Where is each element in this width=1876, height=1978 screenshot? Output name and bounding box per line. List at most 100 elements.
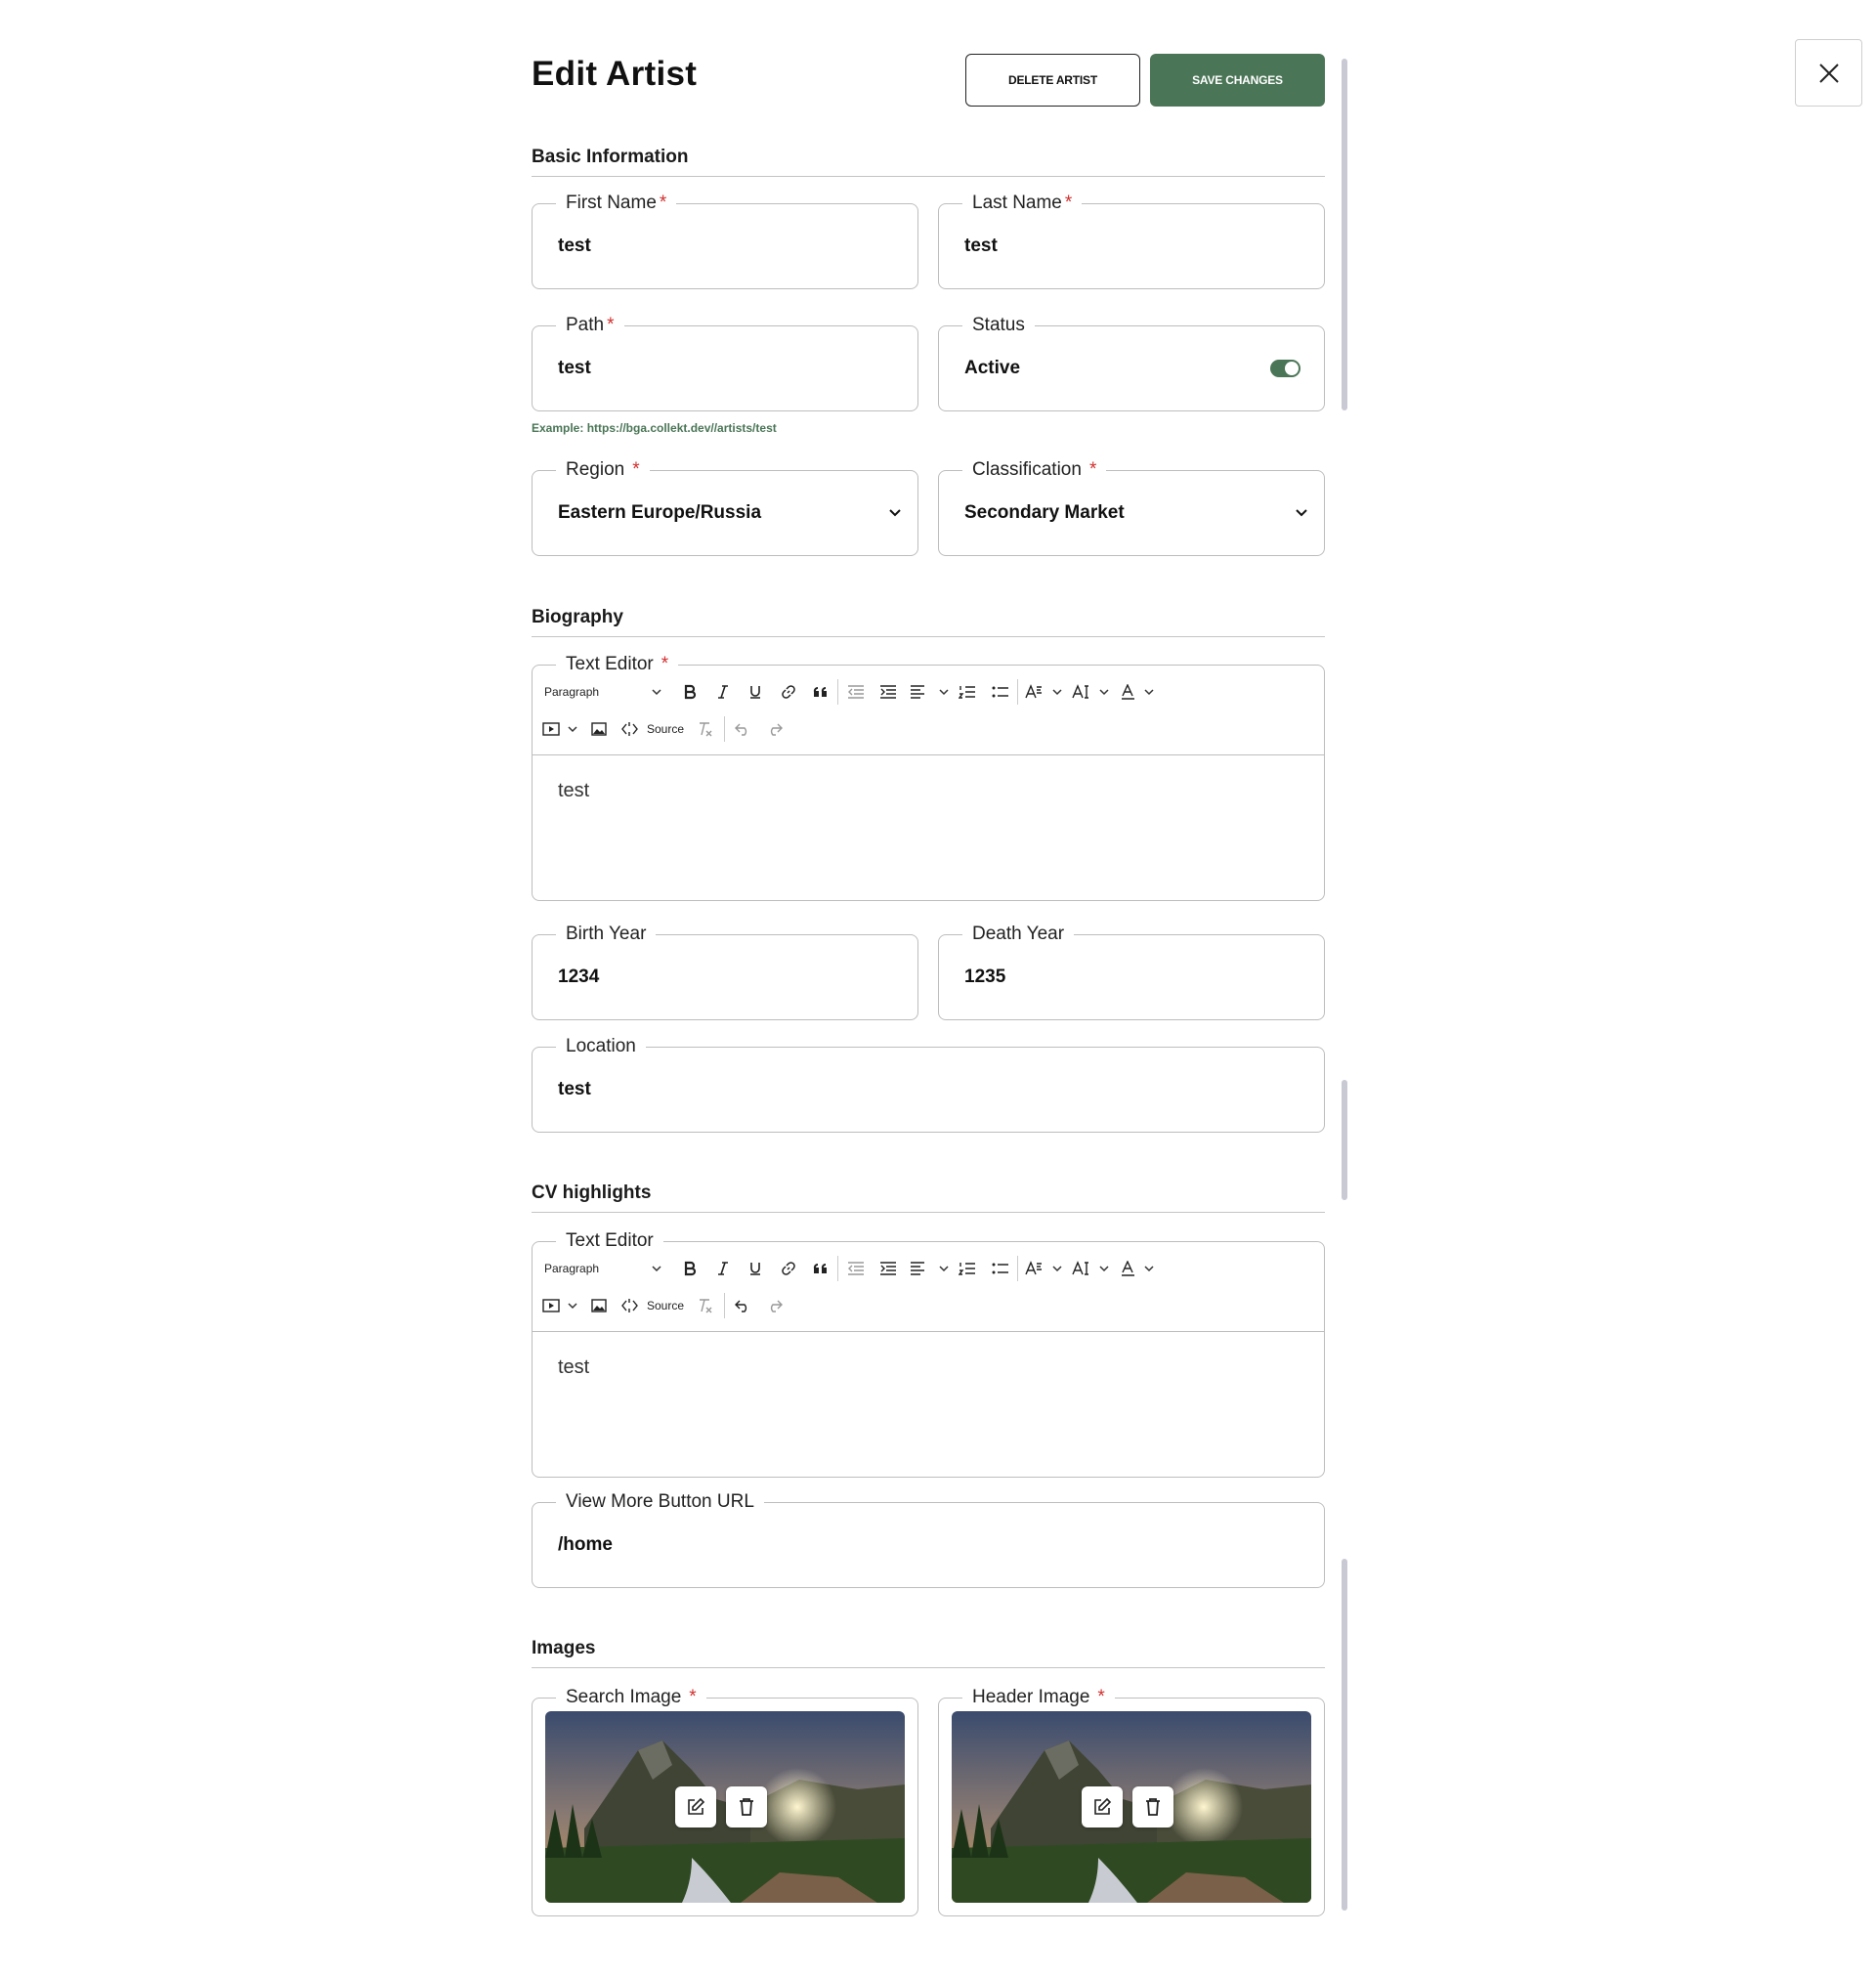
header-image-field: Header Image * [938, 1686, 1325, 1916]
save-changes-button[interactable]: SAVE CHANGES [1150, 54, 1325, 107]
undo-button[interactable] [732, 718, 753, 740]
font-size-icon [1025, 1261, 1042, 1275]
last-name-label: Last Name * [962, 192, 1083, 215]
bold-button[interactable] [679, 681, 701, 703]
delete-artist-button[interactable]: DELETE ARTIST [965, 54, 1140, 107]
undo-icon [735, 1300, 747, 1312]
align-dropdown[interactable] [910, 1258, 949, 1279]
source-button[interactable]: Source [621, 1295, 684, 1316]
view-more-url-label: View More Button URL [556, 1490, 764, 1514]
insert-image-button[interactable] [588, 1295, 610, 1316]
font-color-icon [1122, 684, 1134, 700]
font-color-dropdown[interactable] [1121, 1258, 1154, 1279]
bulleted-list-button[interactable] [990, 681, 1011, 703]
path-hint: Example: https://bga.collekt.dev//artist… [532, 421, 777, 435]
edit-icon [688, 1797, 705, 1815]
undo-icon [735, 723, 747, 736]
birth-year-label: Birth Year [556, 923, 657, 946]
path-value: test [558, 358, 591, 378]
location-field[interactable]: Location test [532, 1035, 1325, 1133]
outdent-button[interactable] [845, 1258, 867, 1279]
bold-button[interactable] [679, 1258, 701, 1279]
view-more-url-value: /home [558, 1534, 613, 1555]
blockquote-icon [813, 686, 827, 697]
font-size-dropdown[interactable] [1025, 681, 1062, 703]
region-label: Region * [556, 458, 650, 482]
italic-button[interactable] [712, 1258, 734, 1279]
indent-button[interactable] [877, 1258, 899, 1279]
death-year-field[interactable]: Death Year 1235 [938, 923, 1325, 1020]
redo-button[interactable] [764, 1295, 786, 1316]
section-basic-information: Basic Information [532, 147, 1325, 177]
path-field[interactable]: Path * test [532, 314, 918, 411]
classification-value: Secondary Market [964, 502, 1125, 523]
bulleted-list-button[interactable] [990, 1258, 1011, 1279]
media-embed-dropdown[interactable] [542, 1295, 577, 1316]
redo-icon [770, 723, 783, 736]
blockquote-button[interactable] [810, 1258, 831, 1279]
scrollbar-thumb[interactable] [1342, 1080, 1347, 1200]
remove-format-button[interactable] [694, 718, 715, 740]
scrollbar-thumb[interactable] [1342, 1559, 1347, 1911]
insert-image-button[interactable] [588, 718, 610, 740]
region-select[interactable]: Region * Eastern Europe/Russia [532, 458, 918, 556]
remove-format-icon [700, 722, 712, 737]
last-name-field[interactable]: Last Name * test [938, 192, 1325, 289]
link-button[interactable] [778, 1258, 799, 1279]
media-embed-icon [542, 722, 560, 736]
location-value: test [558, 1079, 591, 1099]
underline-button[interactable] [745, 681, 766, 703]
first-name-value: test [558, 236, 591, 256]
cv-editor-content[interactable]: test [558, 1356, 589, 1379]
link-icon [782, 1262, 795, 1275]
first-name-field[interactable]: First Name * test [532, 192, 918, 289]
underline-button[interactable] [745, 1258, 766, 1279]
chevron-down-icon [1099, 689, 1109, 696]
paragraph-dropdown[interactable]: Paragraph [544, 1258, 661, 1279]
close-icon [1818, 63, 1839, 83]
paragraph-dropdown[interactable]: Paragraph [544, 681, 661, 703]
biography-editor-content[interactable]: test [558, 780, 589, 802]
italic-button[interactable] [712, 681, 734, 703]
align-dropdown[interactable] [910, 681, 949, 703]
outdent-button[interactable] [845, 681, 867, 703]
delete-image-button[interactable] [726, 1786, 767, 1828]
indent-button[interactable] [877, 681, 899, 703]
outdent-icon [848, 685, 864, 699]
cv-editor: Text Editor Paragraph Source test [532, 1229, 1325, 1478]
search-image-label: Search Image * [556, 1686, 706, 1709]
font-color-dropdown[interactable] [1121, 681, 1154, 703]
source-button[interactable]: Source [621, 718, 684, 740]
image-icon [591, 722, 607, 736]
blockquote-icon [813, 1263, 827, 1273]
underline-icon [750, 1263, 760, 1275]
remove-format-button[interactable] [694, 1295, 715, 1316]
classification-label: Classification * [962, 458, 1107, 482]
blockquote-button[interactable] [810, 681, 831, 703]
close-button[interactable] [1795, 39, 1862, 107]
view-more-url-field[interactable]: View More Button URL /home [532, 1490, 1325, 1588]
link-button[interactable] [778, 681, 799, 703]
chevron-down-icon [568, 726, 577, 733]
numbered-list-button[interactable] [957, 1258, 978, 1279]
redo-button[interactable] [764, 718, 786, 740]
source-icon [621, 722, 638, 736]
classification-select[interactable]: Classification * Secondary Market [938, 458, 1325, 556]
font-family-dropdown[interactable] [1072, 1258, 1109, 1279]
undo-button[interactable] [732, 1295, 753, 1316]
location-label: Location [556, 1035, 646, 1058]
header-image-preview [952, 1711, 1311, 1903]
scrollbar-thumb[interactable] [1342, 59, 1347, 410]
numbered-list-button[interactable] [957, 681, 978, 703]
media-embed-dropdown[interactable] [542, 718, 577, 740]
status-toggle[interactable] [1270, 360, 1300, 377]
font-size-dropdown[interactable] [1025, 1258, 1062, 1279]
status-value: Active [964, 358, 1021, 378]
chevron-down-icon [1144, 1266, 1154, 1272]
edit-image-button[interactable] [675, 1786, 716, 1828]
indent-icon [880, 1262, 896, 1275]
font-family-dropdown[interactable] [1072, 681, 1109, 703]
birth-year-field[interactable]: Birth Year 1234 [532, 923, 918, 1020]
delete-image-button[interactable] [1132, 1786, 1173, 1828]
edit-image-button[interactable] [1082, 1786, 1123, 1828]
